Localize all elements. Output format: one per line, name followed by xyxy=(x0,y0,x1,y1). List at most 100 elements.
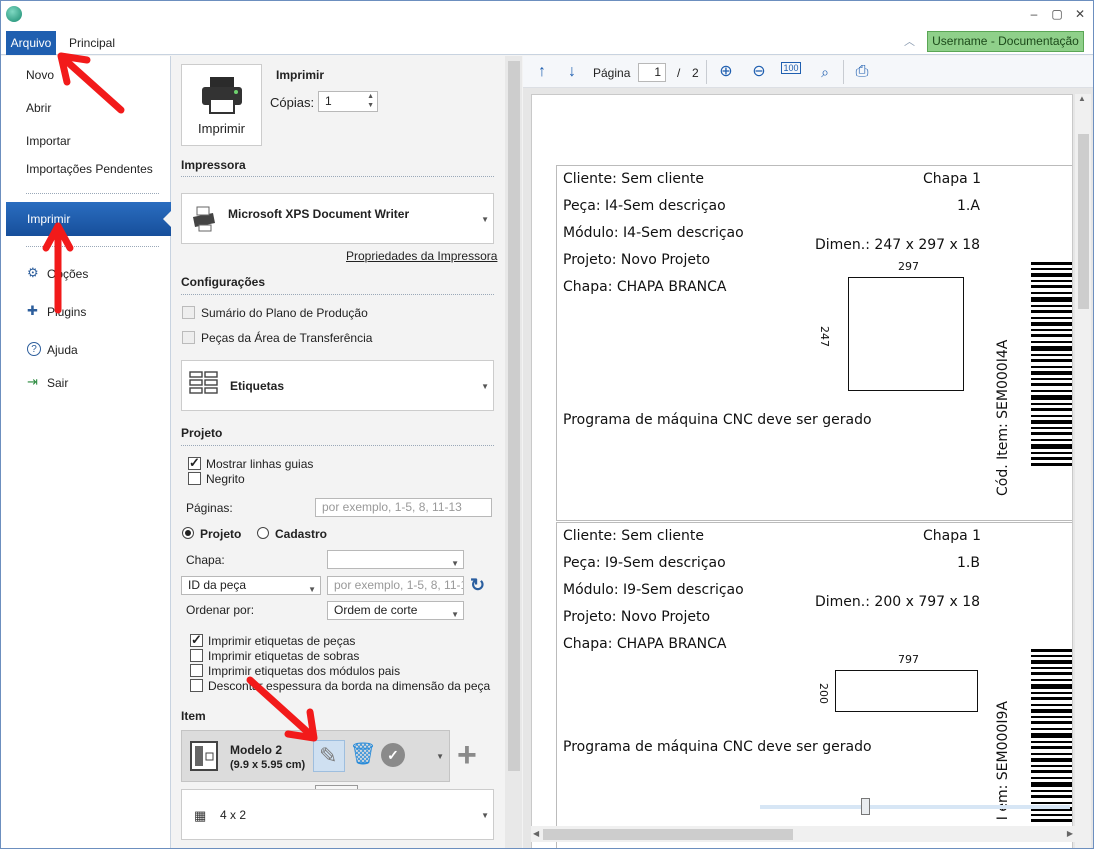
radio-cadastro[interactable] xyxy=(257,527,269,539)
sidebar-item-importar[interactable]: Importar xyxy=(26,134,71,148)
copies-label: Cópias: xyxy=(270,95,315,110)
id-field-select[interactable]: ID da peça ▼ xyxy=(181,576,321,595)
sidebar-item-sair[interactable]: Sair xyxy=(47,376,68,390)
app-logo-icon xyxy=(6,6,22,22)
discount-edge-checkbox[interactable] xyxy=(190,679,203,692)
scroll-right-icon[interactable]: ▶ xyxy=(1067,829,1073,838)
label-height: 200 xyxy=(817,683,830,704)
chapa-select[interactable]: ▼ xyxy=(327,550,464,569)
chevron-down-icon: ▼ xyxy=(451,559,459,568)
add-model-icon[interactable]: + xyxy=(457,738,477,772)
preview-hscrollbar[interactable]: ◀ ▶ xyxy=(531,826,1075,842)
tab-arquivo[interactable]: Arquivo xyxy=(6,31,56,55)
layout-select[interactable]: ▦ 4 x 2 ▼ xyxy=(181,789,494,840)
print-leftovers-checkbox[interactable] xyxy=(190,649,203,662)
zoom-slider-thumb[interactable] xyxy=(861,798,870,815)
chevron-up-icon[interactable]: ︿ xyxy=(904,33,915,49)
preview-page: Cliente: Sem cliente Chapa 1 Peça: I4-Se… xyxy=(531,94,1073,848)
model-size: (9.9 x 5.95 cm) xyxy=(230,759,306,771)
printer-select[interactable]: Microsoft XPS Document Writer ▼ xyxy=(181,193,494,244)
settings-scrollbar[interactable] xyxy=(505,56,522,848)
backstage-sidebar: Novo Abrir Importar Importações Pendente… xyxy=(1,56,171,848)
page-input[interactable]: 1 xyxy=(638,63,666,82)
label-dimen: Dimen.: 200 x 797 x 18 xyxy=(815,594,981,610)
scroll-thumb[interactable] xyxy=(1078,134,1089,309)
zoom-100-icon[interactable]: 100 xyxy=(781,62,801,74)
annotation-arrow xyxy=(57,52,125,114)
chevron-down-icon[interactable]: ▼ xyxy=(436,752,444,761)
export-icon[interactable]: ⎙ xyxy=(852,62,872,82)
label-peca: Peça: I9-Sem descriçao xyxy=(563,555,726,571)
preview-toolbar: ↑ ↓ Página 1 / 2 ⊕ ⊖ 100 ⌕ ⎙ xyxy=(523,56,1093,88)
config-section-title: Configurações xyxy=(181,275,266,289)
label-card: Cliente: Sem cliente Chapa 1 Peça: I9-Se… xyxy=(556,522,1072,848)
sidebar-item-ajuda[interactable]: Ajuda xyxy=(47,343,78,357)
maximize-button[interactable]: ▢ xyxy=(1048,6,1066,22)
radio-projeto[interactable] xyxy=(182,527,194,539)
arrow-down-icon[interactable]: ↓ xyxy=(562,62,582,82)
scroll-up-icon[interactable]: ▲ xyxy=(1078,94,1086,103)
chevron-down-icon: ▼ xyxy=(481,811,489,820)
model-template-icon xyxy=(190,741,218,771)
copies-value: 1 xyxy=(325,94,332,108)
item-section-title: Item xyxy=(181,709,206,723)
show-guides-checkbox[interactable] xyxy=(188,455,201,471)
sidebar-item-importacoes-pendentes[interactable]: Importações Pendentes xyxy=(26,162,153,176)
copies-stepper[interactable]: 1 ▲ ▼ xyxy=(318,91,378,112)
zoom-slider-track[interactable] xyxy=(760,805,1070,809)
toolbar-divider xyxy=(706,60,707,84)
id-filter-input[interactable]: por exemplo, 1-5, 8, 11-13 xyxy=(327,576,464,595)
report-type-select[interactable]: Etiquetas ▼ xyxy=(181,360,494,411)
zoom-fit-icon[interactable]: ⌕ xyxy=(815,62,835,82)
scroll-thumb[interactable] xyxy=(508,61,520,771)
sidebar-item-imprimir[interactable]: Imprimir xyxy=(6,202,171,236)
report-type-value: Etiquetas xyxy=(230,379,285,393)
print-parts-checkbox[interactable] xyxy=(190,632,203,648)
print-button[interactable]: Imprimir xyxy=(181,64,262,146)
preview-vscrollbar[interactable]: ▲ xyxy=(1075,94,1091,848)
scroll-thumb[interactable] xyxy=(543,829,793,840)
pages-label: Páginas: xyxy=(186,501,233,515)
close-button[interactable]: ✕ xyxy=(1071,6,1089,22)
spin-arrows-icon[interactable]: ▲ ▼ xyxy=(367,92,374,110)
annotation-arrow xyxy=(246,676,318,742)
chevron-down-icon: ▼ xyxy=(308,585,316,594)
label-item-code: Cód. Item: SEM000I4A xyxy=(995,339,1011,496)
barcode xyxy=(1031,649,1072,822)
print-parent-modules-checkbox[interactable] xyxy=(190,664,203,677)
sidebar-item-abrir[interactable]: Abrir xyxy=(26,101,51,115)
user-badge[interactable]: Username - Documentação xyxy=(927,31,1084,52)
bold-checkbox[interactable] xyxy=(188,472,201,485)
clipboard-parts-label: Peças da Área de Transferência xyxy=(201,331,373,345)
clipboard-parts-checkbox[interactable] xyxy=(182,331,195,344)
trash-icon[interactable]: 🗑 xyxy=(349,741,377,767)
chevron-down-icon: ▼ xyxy=(481,382,489,391)
label-width: 297 xyxy=(898,260,919,273)
title-bar: ‒ ▢ ✕ xyxy=(1,1,1093,29)
section-divider xyxy=(181,294,494,295)
label-projeto: Projeto: Novo Projeto xyxy=(563,609,711,625)
sidebar-item-novo[interactable]: Novo xyxy=(26,68,54,82)
app-window: ‒ ▢ ✕ Arquivo Principal ︿ Username - Doc… xyxy=(0,0,1094,849)
arrow-up-icon[interactable]: ↑ xyxy=(532,62,552,82)
label-cnc-note: Programa de máquina CNC deve ser gerado xyxy=(563,412,872,428)
label-peca: Peça: I4-Sem descriçao xyxy=(563,198,726,214)
printer-properties-link[interactable]: Propriedades da Impressora xyxy=(346,249,497,263)
order-select[interactable]: Ordem de corte ▼ xyxy=(327,601,464,620)
section-divider xyxy=(181,445,494,446)
pages-input[interactable]: por exemplo, 1-5, 8, 11-13 xyxy=(315,498,492,517)
check-icon[interactable]: ✓ xyxy=(381,743,405,767)
labels-grid-icon xyxy=(189,371,218,394)
toolbar-divider xyxy=(843,60,844,84)
minimize-button[interactable]: ‒ xyxy=(1025,6,1043,22)
grid-icon: ▦ xyxy=(194,808,206,823)
radio-cadastro-label: Cadastro xyxy=(275,527,328,541)
page-total: 2 xyxy=(692,66,699,80)
refresh-icon[interactable]: ↻ xyxy=(470,575,485,596)
zoom-in-icon[interactable]: ⊕ xyxy=(716,62,736,82)
summary-checkbox[interactable] xyxy=(182,306,195,319)
scroll-left-icon[interactable]: ◀ xyxy=(533,829,539,838)
id-field-value: ID da peça xyxy=(188,578,247,592)
zoom-out-icon[interactable]: ⊖ xyxy=(749,62,769,82)
help-icon: ? xyxy=(27,342,41,356)
